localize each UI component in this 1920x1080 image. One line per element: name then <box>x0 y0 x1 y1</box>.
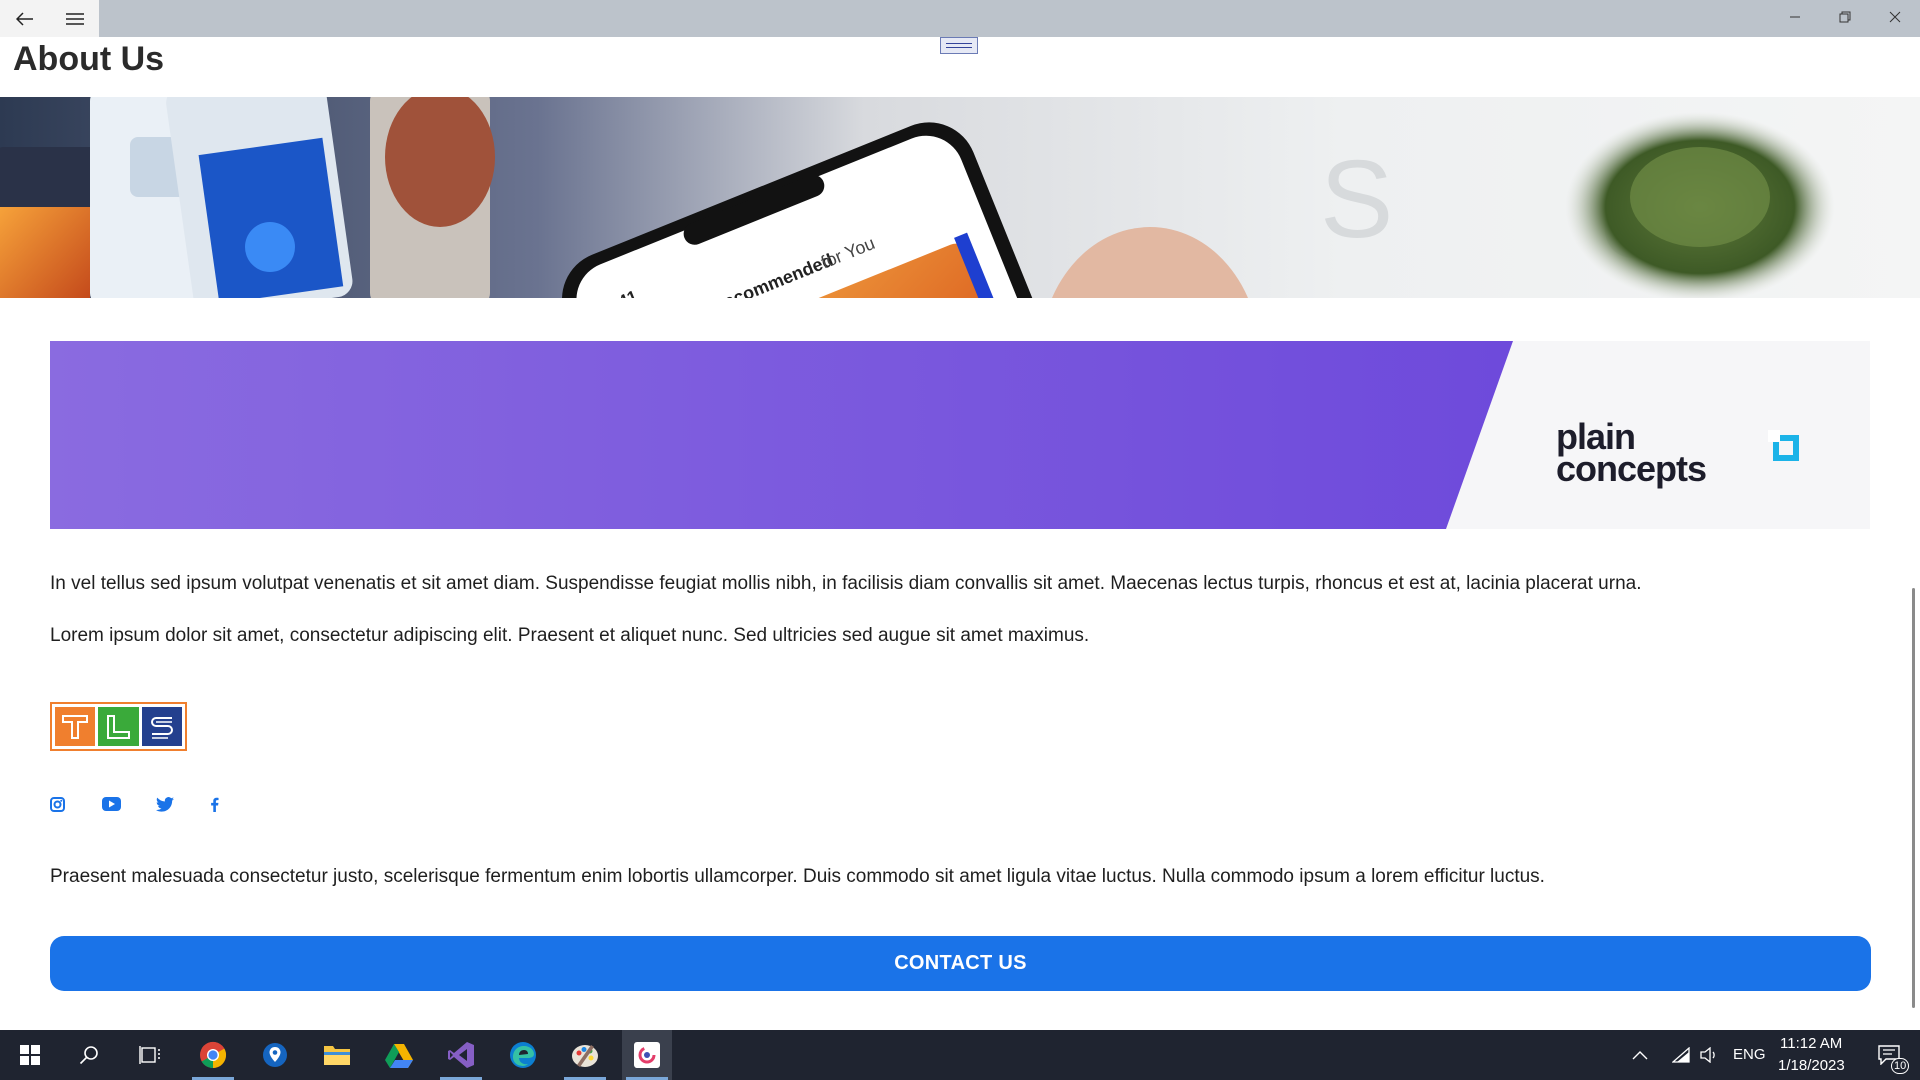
restore-button[interactable] <box>1820 0 1870 34</box>
windows-icon <box>20 1045 40 1065</box>
maps-icon <box>263 1043 287 1067</box>
notifications-button[interactable]: 10 <box>1864 1030 1914 1080</box>
clock-time[interactable]: 11:12 AM <box>1780 1035 1842 1052</box>
network-button[interactable] <box>1666 1030 1696 1080</box>
taskbar-app-google-drive[interactable] <box>374 1030 424 1080</box>
google-drive-icon <box>385 1043 413 1068</box>
search-icon <box>79 1046 98 1065</box>
task-view-icon <box>139 1046 160 1064</box>
wifi-icon <box>1672 1047 1690 1063</box>
taskbar-app-file-explorer[interactable] <box>312 1030 362 1080</box>
tls-tile-s <box>141 707 182 746</box>
brand-line-2: concepts <box>1556 448 1707 489</box>
current-app-icon <box>634 1042 660 1068</box>
plain-concepts-logo-icon <box>1768 430 1799 461</box>
hero-image: 9:41 Recommended for You S C <box>0 97 1920 298</box>
paint-icon <box>572 1045 598 1067</box>
facebook-icon[interactable] <box>204 795 224 813</box>
clock-date[interactable]: 1/18/2023 <box>1778 1057 1845 1074</box>
chrome-icon <box>200 1041 227 1069</box>
language-indicator[interactable]: ENG <box>1733 1046 1766 1063</box>
tls-tile-l <box>98 707 139 746</box>
paragraph-3: Praesent malesuada consectetur justo, sc… <box>50 866 1545 887</box>
page-title: About Us <box>13 40 165 78</box>
menu-button[interactable] <box>50 0 99 37</box>
search-button[interactable] <box>64 1030 114 1080</box>
taskbar: ENG 11:12 AM 1/18/2023 10 <box>0 1030 1920 1080</box>
speaker-icon <box>1700 1047 1715 1063</box>
youtube-icon[interactable] <box>101 795 121 813</box>
title-bar-left-area <box>0 0 99 37</box>
paragraph-2: Lorem ipsum dolor sit amet, consectetur … <box>50 625 1090 646</box>
show-hidden-icons-button[interactable] <box>1625 1030 1655 1080</box>
volume-button[interactable] <box>1694 1030 1724 1080</box>
file-explorer-icon <box>324 1046 350 1065</box>
taskbar-app-paint[interactable] <box>560 1030 610 1080</box>
tls-tile-t <box>55 707 96 746</box>
restore-icon <box>1839 11 1851 23</box>
back-button[interactable] <box>0 0 49 37</box>
taskbar-app-maps[interactable] <box>250 1030 300 1080</box>
minimize-button[interactable] <box>1770 0 1820 34</box>
edge-icon <box>510 1042 536 1068</box>
visual-studio-icon <box>448 1042 474 1068</box>
close-icon <box>1889 11 1901 23</box>
taskbar-app-edge[interactable] <box>498 1030 548 1080</box>
taskbar-app-chrome[interactable] <box>188 1030 238 1080</box>
taskbar-app-current[interactable] <box>622 1030 672 1080</box>
svg-text:S: S <box>1320 138 1393 261</box>
taskbar-app-visual-studio[interactable] <box>436 1030 486 1080</box>
hamburger-icon <box>65 12 84 25</box>
title-bar <box>0 0 1920 37</box>
tls-logo[interactable] <box>50 702 187 751</box>
task-view-button[interactable] <box>125 1030 175 1080</box>
minimize-icon <box>1790 16 1800 18</box>
start-button[interactable] <box>5 1030 55 1080</box>
plain-concepts-logo: plain concepts <box>1556 419 1707 489</box>
chevron-up-icon <box>1632 1051 1648 1060</box>
contact-us-button[interactable]: CONTACT US <box>50 936 1871 991</box>
notification-count-badge: 10 <box>1891 1058 1910 1074</box>
drag-handle[interactable] <box>940 37 978 54</box>
close-button[interactable] <box>1870 0 1920 34</box>
paragraph-1: In vel tellus sed ipsum volutpat venenat… <box>50 573 1642 594</box>
instagram-icon[interactable] <box>47 795 67 813</box>
back-arrow-icon <box>15 11 33 26</box>
twitter-icon[interactable] <box>155 795 175 813</box>
scrollbar-thumb[interactable] <box>1912 588 1915 1008</box>
